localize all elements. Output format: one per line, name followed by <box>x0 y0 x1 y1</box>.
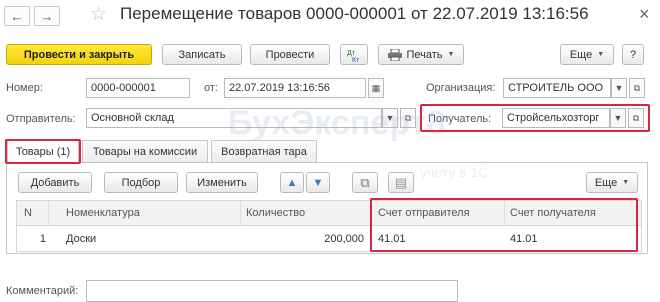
print-button[interactable]: Печать ▼ <box>378 44 464 65</box>
tab-returnable-packaging[interactable]: Возвратная тара <box>211 140 317 162</box>
back-button[interactable]: ← <box>4 6 30 26</box>
move-down-button[interactable]: ▼ <box>306 172 330 193</box>
post-and-close-button[interactable]: Провести и закрыть <box>6 44 152 65</box>
paste-icon: ▤ <box>394 174 408 190</box>
more-label: Еще <box>569 48 593 61</box>
save-button[interactable]: Записать <box>162 44 242 65</box>
receiver-label: Получатель: <box>428 113 492 125</box>
report-movement-button[interactable]: Дт Кт <box>340 44 368 65</box>
dropdown-caret-icon: ▼ <box>622 179 630 186</box>
print-label: Печать <box>406 48 443 61</box>
page-title: Перемещение товаров 0000-000001 от 22.07… <box>120 4 589 23</box>
column-header-item[interactable]: Номенклатура <box>66 200 140 226</box>
post-button[interactable]: Провести <box>250 44 330 65</box>
tab-goods[interactable]: Товары (1) <box>7 140 79 163</box>
open-link-icon[interactable]: ⧉ <box>400 108 416 128</box>
row-sender-account[interactable]: 41.01 <box>378 226 406 252</box>
column-header-quantity[interactable]: Количество <box>246 200 305 226</box>
column-header-n[interactable]: N <box>24 200 32 226</box>
sender-label: Отправитель: <box>6 113 76 125</box>
help-button[interactable]: ? <box>622 44 644 65</box>
open-link-icon[interactable]: ⧉ <box>628 108 644 128</box>
arrow-left-icon: ← <box>10 8 24 24</box>
row-quantity[interactable]: 200,000 <box>246 226 364 252</box>
move-up-button[interactable]: ▲ <box>280 172 304 193</box>
row-item[interactable]: Доски <box>66 226 96 252</box>
table-more-label: Еще <box>594 176 618 189</box>
open-link-icon[interactable]: ⧉ <box>629 78 645 98</box>
arrow-down-icon: ▼ <box>312 176 324 189</box>
comment-field[interactable] <box>86 280 458 302</box>
column-header-sender-account[interactable]: Счет отправителя <box>378 200 470 226</box>
forward-button[interactable]: → <box>34 6 60 26</box>
copy-icon: ⧉ <box>360 174 370 190</box>
number-field[interactable]: 0000-000001 <box>86 78 190 98</box>
favorite-star-icon[interactable]: ☆ <box>90 3 107 26</box>
close-icon[interactable]: × <box>639 4 650 25</box>
paste-rows-button[interactable]: ▤ <box>388 172 414 193</box>
number-label: Номер: <box>6 82 43 94</box>
copy-rows-button[interactable]: ⧉ <box>352 172 378 193</box>
dropdown-caret-icon: ▼ <box>597 51 605 58</box>
edit-row-button[interactable]: Изменить <box>186 172 258 193</box>
receiver-field[interactable]: Стройсельхозторг <box>502 108 610 128</box>
date-field[interactable]: 22.07.2019 13:16:56 <box>224 78 366 98</box>
arrow-right-icon: → <box>40 8 54 24</box>
organization-field[interactable]: СТРОИТЕЛЬ ООО <box>503 78 611 98</box>
svg-text:Дт: Дт <box>347 50 356 57</box>
add-row-button[interactable]: Добавить <box>18 172 92 193</box>
dropdown-arrow-icon[interactable]: ▼ <box>611 78 627 98</box>
row-number[interactable]: 1 <box>16 226 46 252</box>
select-items-button[interactable]: Подбор <box>104 172 178 193</box>
dropdown-arrow-icon[interactable]: ▼ <box>382 108 398 128</box>
dropdown-arrow-icon[interactable]: ▼ <box>610 108 626 128</box>
date-label: от: <box>204 82 218 94</box>
comment-label: Комментарий: <box>6 285 79 297</box>
row-receiver-account[interactable]: 41.01 <box>510 226 538 252</box>
sender-field[interactable]: Основной склад <box>86 108 382 128</box>
dt-kt-report-icon: ДтКт <box>347 50 360 62</box>
column-header-receiver-account[interactable]: Счет получателя <box>510 200 596 226</box>
tab-goods-on-commission[interactable]: Товары на комиссии <box>82 140 208 162</box>
dropdown-caret-icon: ▼ <box>447 51 455 58</box>
more-actions-button[interactable]: Еще ▼ <box>560 44 614 65</box>
svg-text:Кт: Кт <box>352 57 360 62</box>
table-more-button[interactable]: Еще ▼ <box>586 172 638 193</box>
printer-icon <box>387 48 402 61</box>
arrow-up-icon: ▲ <box>286 176 298 189</box>
calendar-icon[interactable]: ▦ <box>368 78 384 98</box>
organization-label: Организация: <box>426 82 496 94</box>
